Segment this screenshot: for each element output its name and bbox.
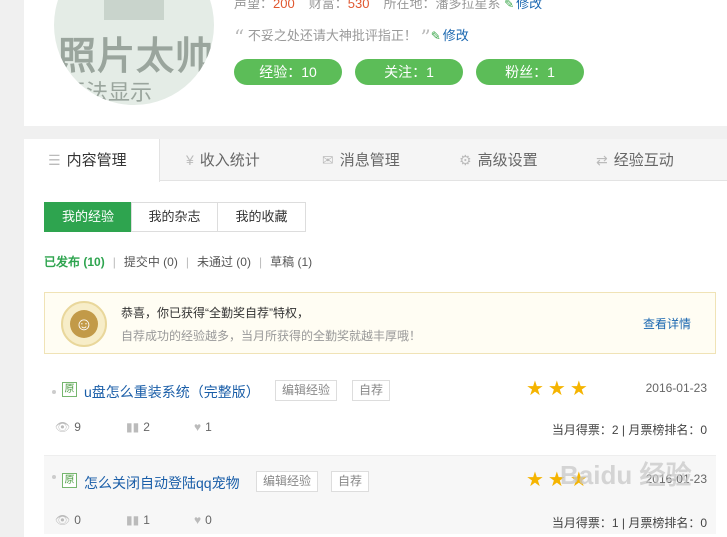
original-badge: 原: [62, 473, 77, 488]
swap-icon: ⇄: [596, 152, 608, 168]
likes-count: ♥ 0: [194, 513, 212, 527]
status-filter-bar: 已发布 (10) | 提交中 (0) | 未通过 (0) | 草稿 (1): [44, 255, 313, 269]
bullet-icon: [52, 475, 56, 479]
monthly-rank: 当月得票：2 | 月票榜排名：0: [551, 423, 707, 437]
main-tab-bar: ☰ 内容管理 ¥ 收入统计 ✉ 消息管理 ⚙ 高级设置 ⇄ 经验互动: [24, 139, 727, 182]
bar-chart-icon: ▮▮: [126, 420, 140, 434]
filter-rejected[interactable]: 未通过 (0): [197, 255, 251, 269]
profile-stats: 声望：200 财富：530 所在地：潘多拉星系 ✎ 修改: [234, 0, 542, 12]
gear-icon: ⚙: [459, 152, 472, 168]
rating-stars: ★★★: [526, 378, 592, 400]
notice-title: 恭喜，你已获得“全勤奖自荐”特权，: [121, 306, 309, 320]
close-quote-icon: ”: [420, 25, 431, 49]
experience-title-link[interactable]: u盘怎么重装系统（完整版）: [84, 382, 260, 402]
tab-experience-interaction[interactable]: ⇄ 经验互动: [596, 139, 674, 181]
location-value: 潘多拉星系: [435, 0, 501, 11]
heart-icon: ♥: [194, 420, 202, 434]
filter-submitting[interactable]: 提交中 (0): [124, 255, 178, 269]
wealth-value: 530: [347, 0, 370, 11]
views-count: 👁 0: [55, 513, 81, 527]
motto-text: 不妥之处还请大神批评指正！: [247, 28, 417, 43]
location-label: 所在地：: [383, 0, 436, 11]
mail-icon: ✉: [322, 152, 334, 168]
bar-chart-icon: ▮▮: [126, 513, 140, 527]
subtab-my-experience[interactable]: 我的经验: [44, 202, 132, 232]
edit-experience-button[interactable]: 编辑经验: [256, 471, 319, 492]
tab-income-stats[interactable]: ¥ 收入统计: [186, 139, 260, 181]
publish-date: 2016-01-23: [645, 381, 707, 395]
bullet-icon: [52, 390, 56, 394]
eye-icon: 👁: [55, 420, 71, 434]
edit-motto-link[interactable]: ✎ 修改: [431, 28, 469, 43]
filter-drafts[interactable]: 草稿 (1): [270, 255, 312, 269]
tab-advanced-settings[interactable]: ⚙ 高级设置: [459, 139, 538, 181]
person-badge-icon: ☺: [61, 301, 107, 347]
reputation-label: 声望：: [234, 0, 274, 11]
avatar-placeholder-subtext: 无法显示: [64, 80, 153, 105]
votes-count: ▮▮ 2: [126, 420, 150, 434]
reputation-value: 200: [273, 0, 295, 11]
avatar-placeholder-shape: [104, 0, 164, 20]
monthly-rank: 当月得票：1 | 月票榜排名：0: [551, 516, 707, 530]
subtab-my-favorites[interactable]: 我的收藏: [217, 202, 306, 232]
following-pill[interactable]: 关注：1: [355, 59, 463, 85]
views-count: 👁 9: [55, 420, 81, 434]
self-recommend-button[interactable]: 自荐: [352, 380, 391, 401]
edit-location-link[interactable]: ✎ 修改: [504, 0, 542, 11]
experience-title-link[interactable]: 怎么关闭自动登陆qq宠物: [84, 473, 240, 493]
open-quote-icon: “: [234, 25, 245, 49]
tab-content-management[interactable]: ☰ 内容管理: [24, 139, 160, 182]
fans-pill[interactable]: 粉丝：1: [476, 59, 584, 85]
avatar[interactable]: 照片太帅 无法显示: [54, 0, 214, 105]
eye-icon: 👁: [55, 513, 71, 527]
avatar-placeholder-text: 照片太帅: [58, 33, 214, 78]
tab-message-management[interactable]: ✉ 消息管理: [322, 139, 400, 181]
self-recommend-button[interactable]: 自荐: [331, 471, 370, 492]
privilege-notice: ☺ 恭喜，你已获得“全勤奖自荐”特权， 自荐成功的经验越多，当月所获得的全勤奖就…: [44, 292, 716, 354]
baidu-watermark: Baidu 经验: [560, 460, 692, 490]
original-badge: 原: [62, 382, 77, 397]
notice-description: 自荐成功的经验越多，当月所获得的全勤奖就越丰厚哦！: [121, 329, 422, 343]
view-details-link[interactable]: 查看详情: [643, 315, 691, 332]
list-icon: ☰: [48, 152, 61, 168]
subtab-my-magazine[interactable]: 我的杂志: [131, 202, 218, 232]
pencil-icon: ✎: [430, 29, 441, 43]
list-item: 原 u盘怎么重装系统（完整版） 编辑经验 自荐 ★★★ 2016-01-23 👁…: [44, 376, 716, 454]
filter-published[interactable]: 已发布 (10): [44, 255, 105, 269]
heart-icon: ♥: [194, 513, 202, 527]
pencil-icon: ✎: [504, 0, 515, 11]
wealth-label: 财富：: [308, 0, 348, 11]
edit-experience-button[interactable]: 编辑经验: [275, 380, 338, 401]
profile-motto: “ 不妥之处还请大神批评指正！ ”✎ 修改: [234, 25, 469, 49]
yen-icon: ¥: [186, 152, 194, 168]
likes-count: ♥ 1: [194, 420, 212, 434]
profile-card: 照片太帅 无法显示 声望：200 财富：530 所在地：潘多拉星系 ✎ 修改 “ 不妥…: [24, 0, 727, 126]
votes-count: ▮▮ 1: [126, 513, 150, 527]
experience-pill[interactable]: 经验：10: [234, 59, 342, 85]
